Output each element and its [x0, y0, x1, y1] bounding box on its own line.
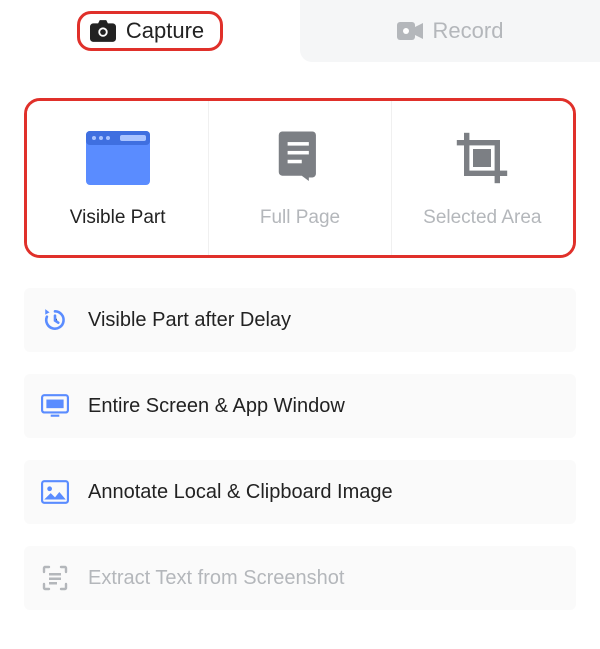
crop-icon [446, 127, 518, 189]
tab-record-label: Record [433, 18, 504, 44]
mode-selected-label: Selected Area [423, 207, 541, 229]
option-annotate-label: Annotate Local & Clipboard Image [88, 481, 393, 504]
option-delay-label: Visible Part after Delay [88, 309, 291, 332]
option-entire-screen[interactable]: Entire Screen & App Window [24, 374, 576, 438]
option-extract-text[interactable]: Extract Text from Screenshot [24, 546, 576, 610]
option-visible-after-delay[interactable]: Visible Part after Delay [24, 288, 576, 352]
ocr-scan-icon [40, 563, 70, 593]
capture-modes: Visible Part Full Page Selected Area [24, 98, 576, 258]
full-page-icon [264, 127, 336, 189]
option-ocr-label: Extract Text from Screenshot [88, 567, 344, 590]
option-annotate-image[interactable]: Annotate Local & Clipboard Image [24, 460, 576, 524]
camera-icon [90, 20, 116, 42]
tab-capture-label: Capture [126, 18, 204, 44]
mode-selected-area[interactable]: Selected Area [391, 101, 573, 255]
tab-bar: Capture Record [0, 0, 600, 62]
image-icon [40, 477, 70, 507]
mode-full-page[interactable]: Full Page [208, 101, 390, 255]
tab-capture[interactable]: Capture [0, 0, 300, 62]
mode-visible-label: Visible Part [70, 207, 166, 229]
tab-record[interactable]: Record [300, 0, 600, 62]
video-icon [397, 20, 423, 42]
monitor-icon [40, 391, 70, 421]
browser-window-icon [82, 127, 154, 189]
option-list: Visible Part after Delay Entire Screen &… [24, 288, 576, 610]
delay-clock-icon [40, 305, 70, 335]
mode-visible-part[interactable]: Visible Part [27, 101, 208, 255]
mode-fullpage-label: Full Page [260, 207, 340, 229]
option-entire-label: Entire Screen & App Window [88, 395, 345, 418]
